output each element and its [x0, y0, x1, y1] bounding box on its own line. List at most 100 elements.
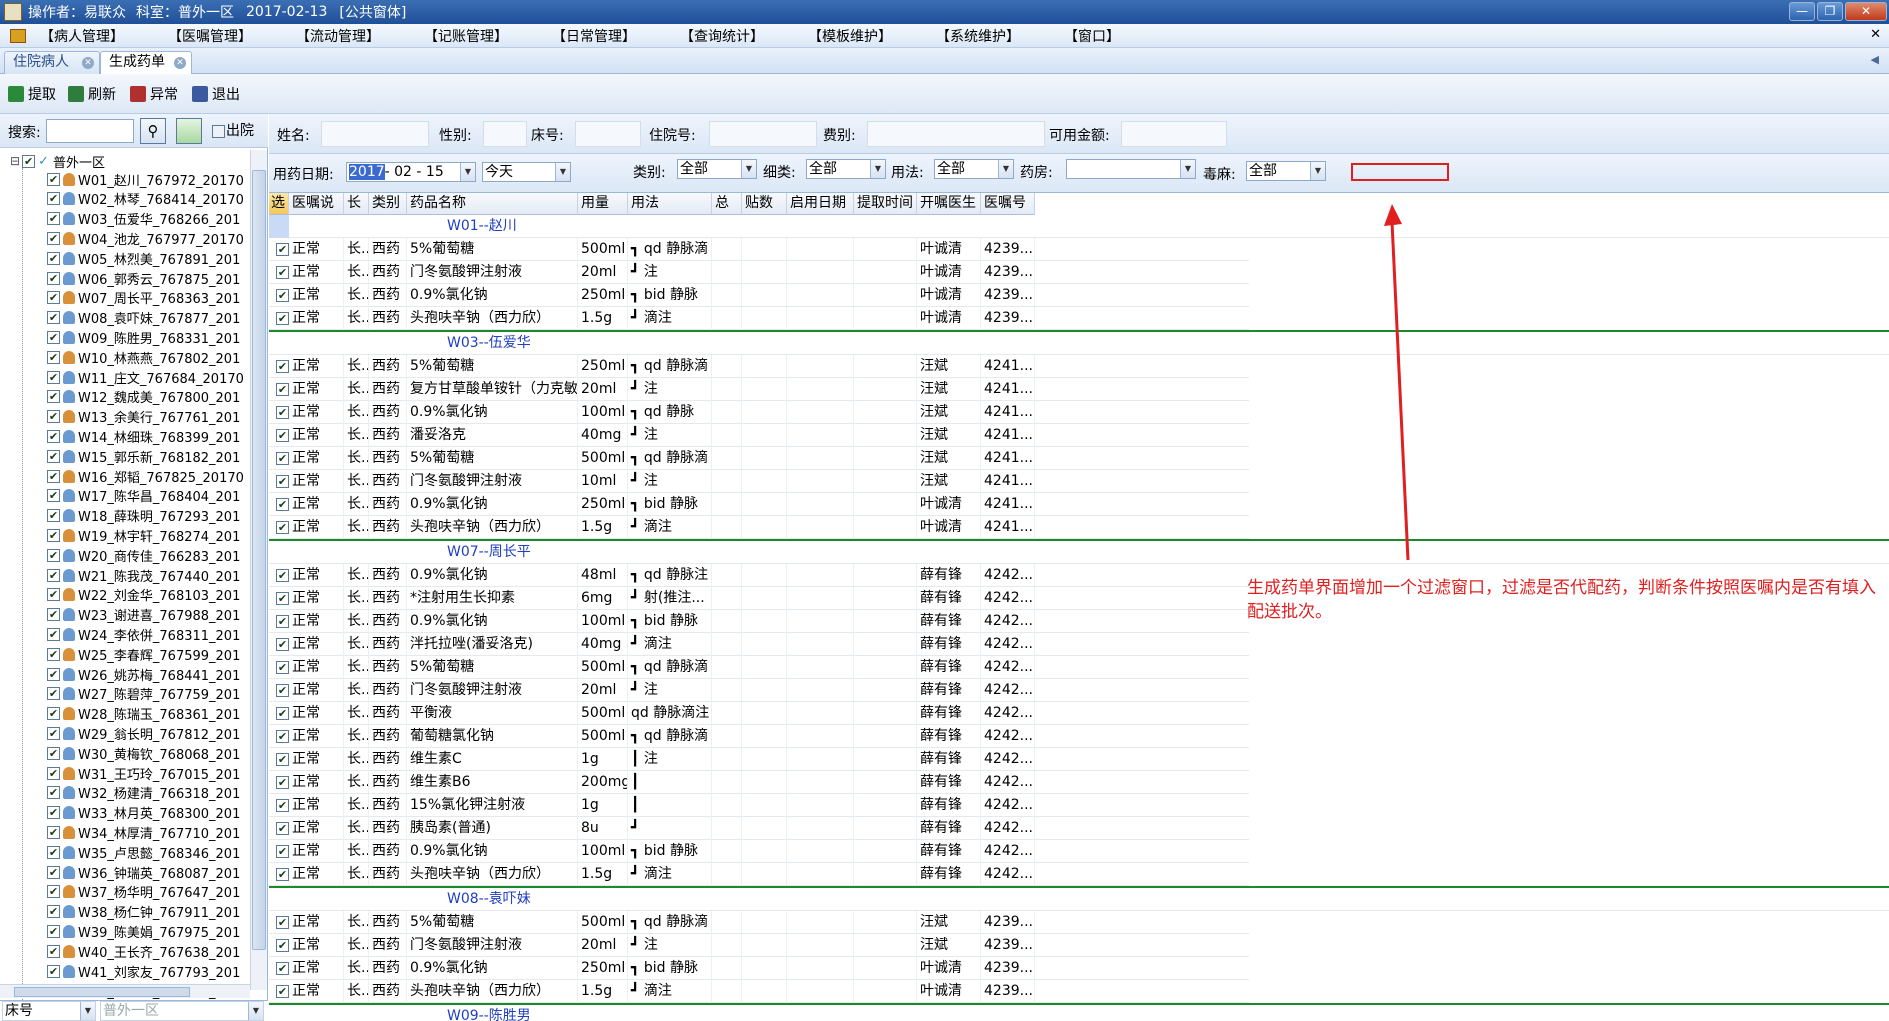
row-checkbox[interactable]: ✔ — [276, 661, 289, 674]
row-checkbox[interactable]: ✔ — [276, 916, 289, 929]
column-header[interactable]: 选 — [269, 193, 289, 215]
column-header[interactable]: 类别 — [369, 193, 407, 215]
row-checkbox[interactable]: ✔ — [276, 939, 289, 952]
tree-patient-item[interactable]: ✔ W35_卢思懿_768346_201 — [47, 843, 240, 862]
tree-scrollbar[interactable] — [250, 150, 267, 990]
patient-checkbox[interactable]: ✔ — [47, 845, 60, 859]
menu-daily[interactable]: 【日常管理】 — [552, 26, 636, 46]
row-checkbox[interactable]: ✔ — [276, 985, 289, 998]
tree-patient-item[interactable]: ✔ W15_郭乐新_768182_201 — [47, 447, 240, 466]
patient-checkbox[interactable]: ✔ — [47, 172, 60, 186]
drug-row[interactable]: ✔正常长...西药维生素B6200mg┃ 薛有锋4242... — [269, 771, 1249, 794]
tree-patient-item[interactable]: ✔ W31_王巧玲_767015_201 — [47, 764, 240, 783]
usage-select[interactable]: 全部 ▼ — [934, 159, 1014, 179]
drug-row[interactable]: ✔正常长...西药5%葡萄糖500ml┓ qd 静脉滴 汪斌4239... — [269, 911, 1249, 934]
pharmacy-select[interactable]: ▼ — [1066, 159, 1196, 179]
drug-row[interactable]: ✔正常长...西药复方甘草酸单铵针（力克敏）20ml┛ 注 汪斌4241... — [269, 378, 1249, 401]
tree-patient-item[interactable]: ✔ W10_林燕燕_767802_201 — [47, 348, 240, 367]
patient-checkbox[interactable]: ✔ — [47, 806, 60, 820]
column-header[interactable]: 贴数 — [742, 193, 787, 215]
patient-checkbox[interactable]: ✔ — [47, 509, 60, 523]
menu-system[interactable]: 【系统维护】 — [936, 26, 1020, 46]
row-checkbox[interactable]: ✔ — [276, 266, 289, 279]
patient-checkbox[interactable]: ✔ — [47, 548, 60, 562]
patient-checkbox[interactable]: ✔ — [47, 192, 60, 206]
column-header[interactable]: 用量 — [578, 193, 628, 215]
menu-close-icon[interactable]: ✕ — [1870, 27, 1881, 42]
patient-checkbox[interactable]: ✔ — [47, 924, 60, 938]
row-checkbox[interactable]: ✔ — [276, 360, 289, 373]
tree-patient-item[interactable]: ✔ W39_陈美娟_767975_201 — [47, 922, 240, 941]
scroll-thumb[interactable] — [252, 170, 266, 950]
abnormal-button[interactable]: 异常 — [130, 83, 178, 105]
close-window-button[interactable]: ✕ — [1845, 2, 1887, 21]
row-checkbox[interactable]: ✔ — [276, 569, 289, 582]
drug-row[interactable]: ✔正常长...西药0.9%氯化钠100ml┓ bid 静脉 薛有锋4242... — [269, 610, 1249, 633]
exit-button[interactable]: 退出 — [192, 83, 240, 105]
group-header-row[interactable]: W08--袁吓妹 — [269, 888, 1889, 911]
bed-select[interactable]: 床号 ▼ — [2, 1001, 96, 1021]
row-checkbox[interactable]: ✔ — [276, 243, 289, 256]
row-checkbox[interactable]: ✔ — [276, 592, 289, 605]
discharge-checkbox[interactable] — [212, 125, 225, 138]
menu-template[interactable]: 【模板维护】 — [808, 26, 892, 46]
tree-patient-item[interactable]: ✔ W05_林烈美_767891_201 — [47, 249, 240, 268]
column-header[interactable]: 用法 — [628, 193, 712, 215]
drug-row[interactable]: ✔正常长...西药头孢呋辛钠（西力欣）1.5g┛ 滴注 叶诚清4239... — [269, 980, 1249, 1003]
extract-button[interactable]: 提取 — [8, 83, 56, 105]
date-picker[interactable]: 2017- 02 - 15 ▼ — [346, 162, 476, 182]
patient-checkbox[interactable]: ✔ — [47, 469, 60, 483]
patient-checkbox[interactable]: ✔ — [47, 251, 60, 265]
row-checkbox[interactable]: ✔ — [276, 498, 289, 511]
tree-patient-item[interactable]: ✔ W27_陈碧萍_767759_201 — [47, 685, 240, 703]
menu-orders[interactable]: 【医嘱管理】 — [168, 26, 252, 46]
refresh-button[interactable]: 刷新 — [68, 83, 116, 105]
tree-patient-item[interactable]: ✔ W09_陈胜男_768331_201 — [47, 328, 240, 347]
row-checkbox[interactable]: ✔ — [276, 776, 289, 789]
tree-patient-item[interactable]: ✔ W37_杨华明_767647_201 — [47, 883, 240, 901]
drug-row[interactable]: ✔正常长...西药15%氯化钾注射液1g┃ 薛有锋4242... — [269, 794, 1249, 817]
patient-checkbox[interactable]: ✔ — [47, 608, 60, 622]
drug-row[interactable]: ✔正常长...西药门冬氨酸钾注射液20ml┛ 注 汪斌4239... — [269, 934, 1249, 957]
patient-checkbox[interactable]: ✔ — [47, 825, 60, 839]
column-header[interactable]: 开嘱医生 — [917, 193, 981, 215]
drug-row[interactable]: ✔正常长...西药头孢呋辛钠（西力欣）1.5g┛ 滴注 叶诚清4241... — [269, 516, 1249, 539]
patient-checkbox[interactable]: ✔ — [47, 311, 60, 325]
drug-row[interactable]: ✔正常长...西药门冬氨酸钾注射液10ml┛ 注 汪斌4241... — [269, 470, 1249, 493]
drug-row[interactable]: ✔正常长...西药门冬氨酸钾注射液20ml┛ 注 叶诚清4239... — [269, 261, 1249, 284]
menu-flow[interactable]: 【流动管理】 — [296, 26, 380, 46]
drug-row[interactable]: ✔正常长...西药5%葡萄糖500ml┓ qd 静脉滴 叶诚清4239... — [269, 238, 1249, 261]
tree-patient-item[interactable]: ✔ W19_林宇轩_768274_201 — [47, 526, 240, 545]
row-checkbox[interactable]: ✔ — [276, 684, 289, 697]
category-select[interactable]: 全部 ▼ — [677, 159, 757, 179]
tree-patient-item[interactable]: ✔ W33_林月英_768300_201 — [47, 804, 240, 822]
tree-patient-item[interactable]: ✔ W38_杨仁钟_767911_201 — [47, 903, 240, 921]
maximize-button[interactable]: ❐ — [1817, 2, 1843, 21]
tree-patient-item[interactable]: ✔ W21_陈我茂_767440_201 — [47, 566, 240, 585]
patient-checkbox[interactable]: ✔ — [47, 627, 60, 641]
tree-hscrollbar[interactable] — [0, 984, 250, 998]
patient-checkbox[interactable]: ✔ — [47, 489, 60, 503]
patient-checkbox[interactable]: ✔ — [47, 212, 60, 226]
patient-checkbox[interactable]: ✔ — [47, 568, 60, 582]
tree-patient-item[interactable]: ✔ W26_姚苏梅_768441_201 — [47, 665, 240, 684]
patient-checkbox[interactable]: ✔ — [47, 726, 60, 740]
tree-patient-item[interactable]: ✔ W12_魏成美_767800_201 — [47, 388, 240, 406]
tree-patient-item[interactable]: ✔ W25_李春辉_767599_201 — [47, 645, 240, 664]
drug-row[interactable]: ✔正常长...西药门冬氨酸钾注射液20ml┛ 注 薛有锋4242... — [269, 679, 1249, 702]
group-header-row[interactable]: W01--赵川 — [269, 215, 1889, 238]
patient-checkbox[interactable]: ✔ — [47, 786, 60, 800]
drug-row[interactable]: ✔正常长...西药0.9%氯化钠250ml┓ bid 静脉 叶诚清4239... — [269, 957, 1249, 980]
tree-patient-item[interactable]: ✔ W29_翁长明_767812_201 — [47, 724, 240, 743]
tree-patient-item[interactable]: ✔ W14_林细珠_768399_201 — [47, 427, 240, 446]
poison-select[interactable]: 全部 ▼ — [1246, 161, 1326, 181]
patient-checkbox[interactable]: ✔ — [47, 370, 60, 384]
patient-checkbox[interactable]: ✔ — [47, 964, 60, 978]
tree-patient-item[interactable]: ✔ W40_王长齐_767638_201 — [47, 942, 240, 961]
row-checkbox[interactable]: ✔ — [276, 383, 289, 396]
drug-row[interactable]: ✔正常长...西药平衡液500mlqd 静脉滴注 薛有锋4242... — [269, 702, 1249, 725]
patient-checkbox[interactable]: ✔ — [47, 647, 60, 661]
drug-row[interactable]: ✔正常长...西药维生素C1g┃ 注 薛有锋4242... — [269, 748, 1249, 771]
tree-patient-item[interactable]: ✔ W11_庄文_767684_20170 — [47, 368, 244, 387]
patient-checkbox[interactable]: ✔ — [47, 330, 60, 344]
